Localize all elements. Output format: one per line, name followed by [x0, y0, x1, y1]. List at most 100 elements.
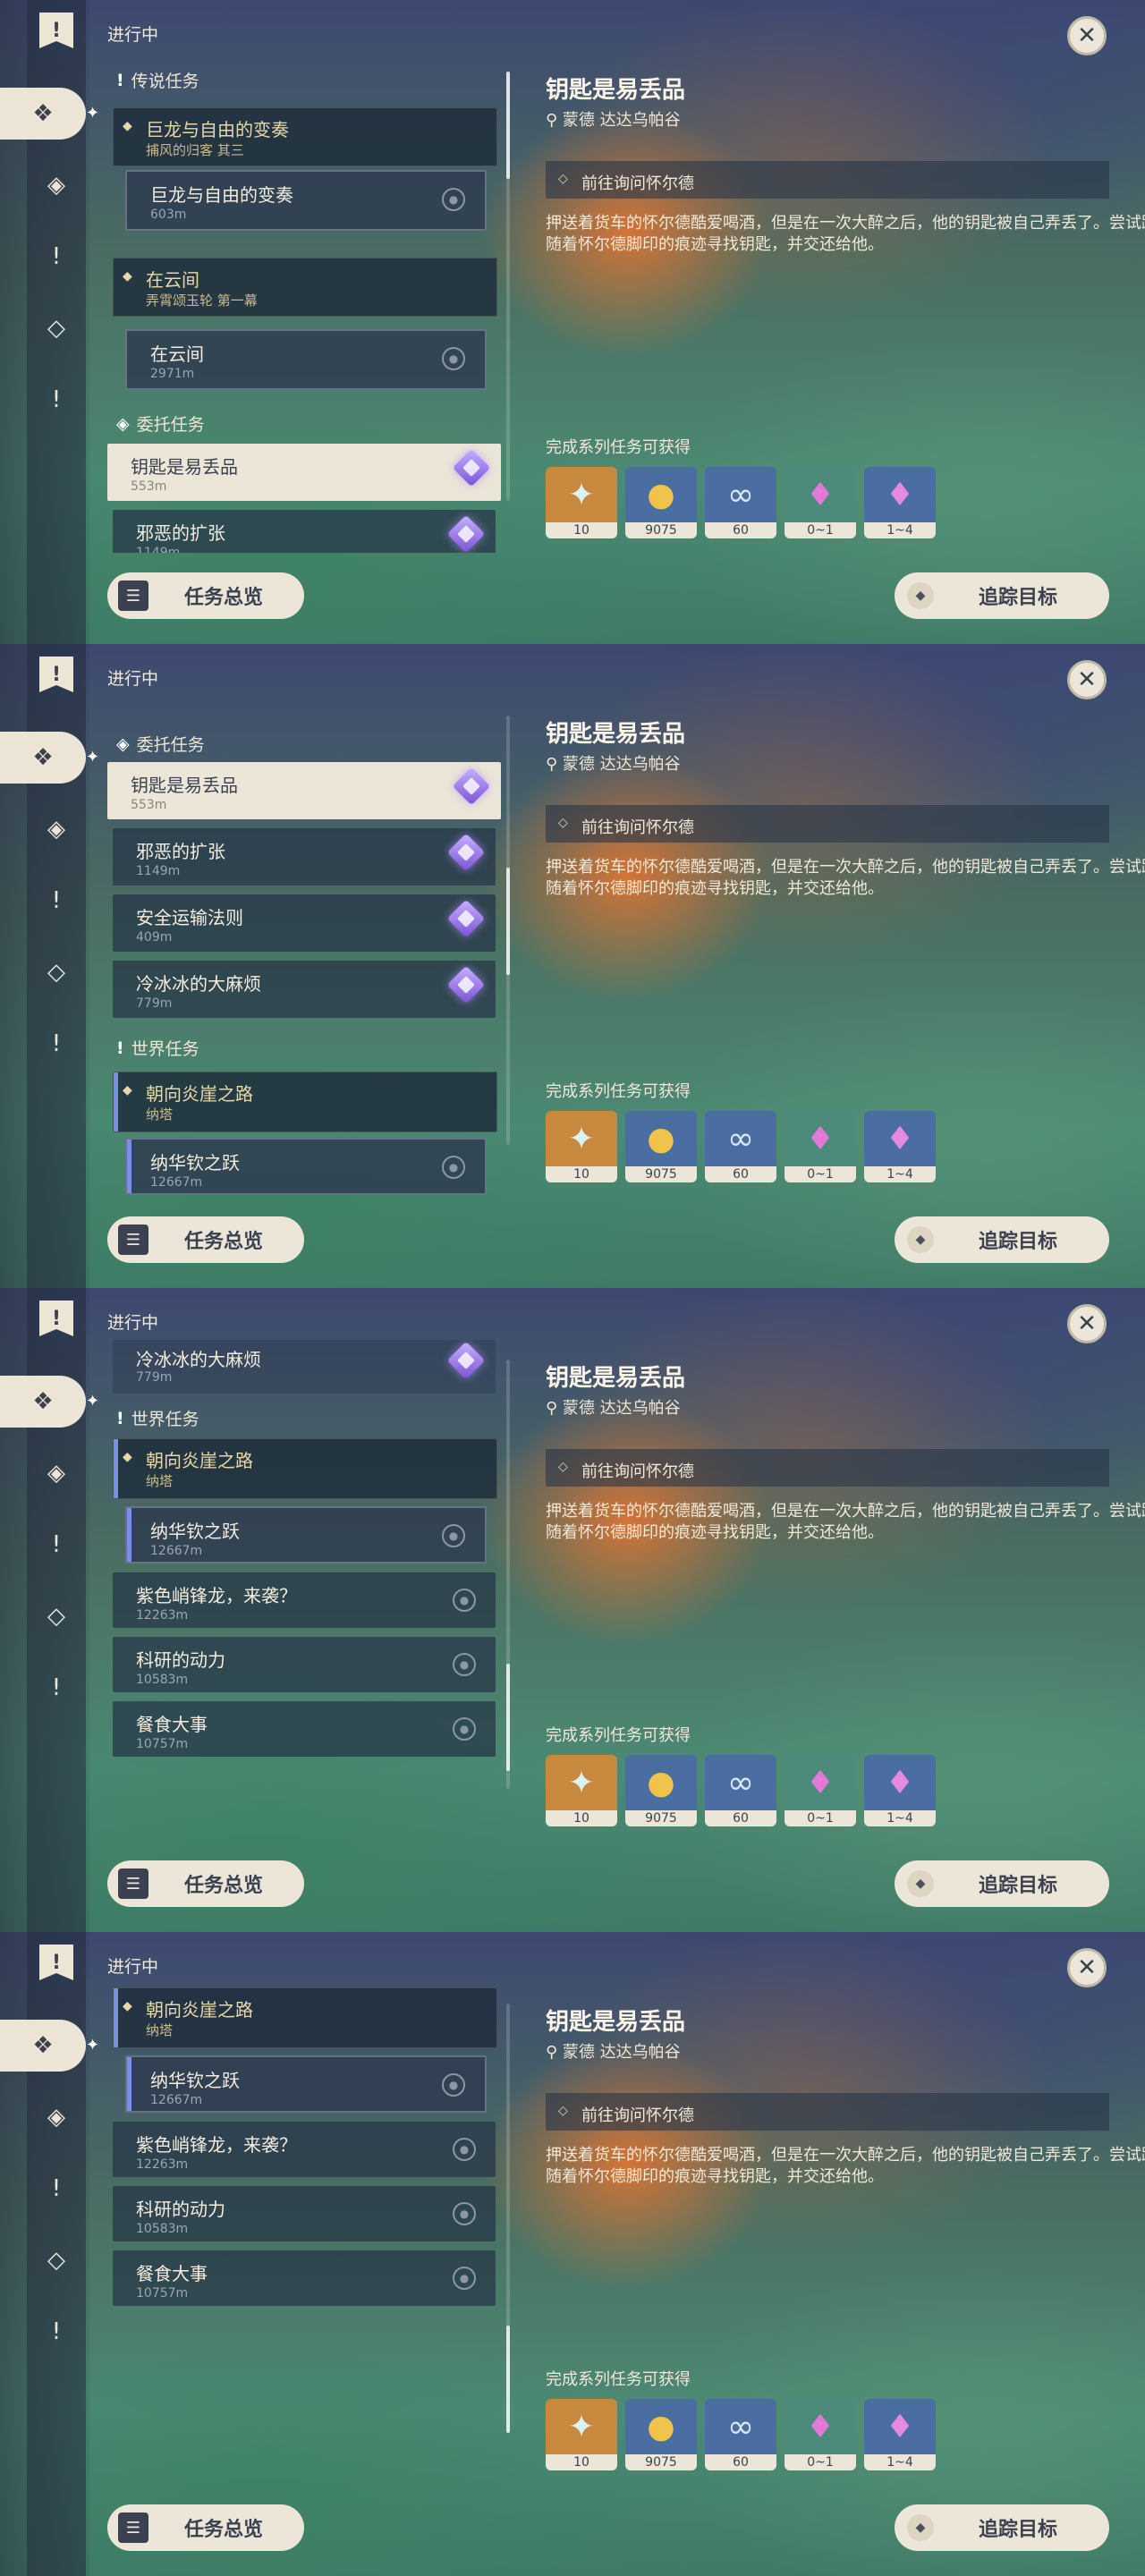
- reward-mora[interactable]: ● 9075: [625, 467, 697, 538]
- close-button[interactable]: ✕: [1067, 1948, 1107, 1987]
- reward-companionship-exp[interactable]: ∞ 60: [705, 1755, 776, 1826]
- location-pin-icon: ●: [453, 1589, 476, 1612]
- section-header: 进行中: [107, 1957, 159, 1977]
- reward-crystal-cluster[interactable]: ♦ 1~4: [864, 1755, 936, 1826]
- reward-crystal-chunk[interactable]: ♦ 0~1: [785, 1111, 856, 1182]
- close-button[interactable]: ✕: [1067, 1304, 1107, 1343]
- tab-commission-quests[interactable]: ◇: [36, 2240, 77, 2281]
- tab-story-quests[interactable]: !: [36, 1524, 77, 1565]
- quest-screen-frame-2: ! ❖ ✦ ◈ ! ◇ ! 进行中 ◈ 委托任务 钥匙是易丢品 553m 邪恶的扩…: [0, 644, 1145, 1288]
- quest-row-dragon[interactable]: ◆ 巨龙与自由的变奏 捕风的归客 其三: [113, 107, 497, 166]
- quest-list[interactable]: ! 传说任务 ◆ 巨龙与自由的变奏 捕风的归客 其三 巨龙与自由的变奏 603m …: [107, 52, 506, 553]
- scrollbar-thumb[interactable]: [506, 868, 510, 975]
- tab-all-quests[interactable]: ❖: [0, 88, 86, 140]
- quest-list[interactable]: ◆ 朝向炎崖之路 纳塔 纳华钦之跃 12667m ● 紫色峭锋龙，来袭？ 122…: [107, 1984, 506, 2485]
- quest-list[interactable]: ◈ 委托任务 钥匙是易丢品 553m 邪恶的扩张 1149m 安全运输法则 409…: [107, 696, 506, 1197]
- quest-row-purple[interactable]: 紫色峭锋龙，来袭？ 12263m ●: [113, 1572, 496, 1628]
- quest-row-ice[interactable]: 冷冰冰的大麻烦 779m: [113, 961, 496, 1018]
- reward-companionship-exp[interactable]: ∞ 60: [705, 1111, 776, 1182]
- quest-step-cloud[interactable]: 在云间 2971m ●: [125, 329, 487, 390]
- list-icon: ☰: [118, 580, 148, 611]
- reward-companionship-exp[interactable]: ∞ 60: [705, 467, 776, 538]
- tab-archon-quests[interactable]: ◈: [36, 165, 77, 206]
- reward-crystal-cluster[interactable]: ♦ 1~4: [864, 2399, 936, 2470]
- tab-commission-quests[interactable]: ◇: [36, 308, 77, 349]
- section-header: 进行中: [107, 669, 159, 689]
- reward-crystal-cluster[interactable]: ♦ 1~4: [864, 467, 936, 538]
- quest-row-research[interactable]: 科研的动力 10583m ●: [113, 2186, 496, 2241]
- tab-commission-quests[interactable]: ◇: [36, 1596, 77, 1637]
- exclamation-icon: !: [116, 1408, 124, 1428]
- rewards-list: ✦ 10 ● 9075 ∞ 60 ♦ 0~1 ♦ 1~4: [546, 1111, 936, 1182]
- reward-crystal-chunk[interactable]: ♦ 0~1: [785, 2399, 856, 2470]
- quest-step-dragon[interactable]: 巨龙与自由的变奏 603m ●: [125, 170, 487, 231]
- quest-row-cliff[interactable]: ◆ 朝向炎崖之路 纳塔: [113, 1987, 497, 2048]
- reward-crystal-chunk[interactable]: ♦ 0~1: [785, 1755, 856, 1826]
- quest-overview-button[interactable]: ☰ 任务总览: [107, 572, 304, 619]
- tab-archon-quests[interactable]: ◈: [36, 1453, 77, 1494]
- quest-step-cliff[interactable]: 纳华钦之跃 12667m ●: [125, 1506, 487, 1563]
- reward-adventure-exp[interactable]: ✦ 10: [546, 1111, 617, 1182]
- track-target-button[interactable]: ◆ 追踪目标: [895, 1216, 1109, 1263]
- tab-story-quests[interactable]: !: [36, 2168, 77, 2209]
- reward-crystal-cluster[interactable]: ♦ 1~4: [864, 1111, 936, 1182]
- close-button[interactable]: ✕: [1067, 660, 1107, 699]
- reward-mora[interactable]: ● 9075: [625, 1111, 697, 1182]
- quest-row-cloud[interactable]: ◆ 在云间 弄霄颂玉轮 第一幕: [113, 258, 497, 317]
- reward-companionship-exp[interactable]: ∞ 60: [705, 2399, 776, 2470]
- reward-mora[interactable]: ● 9075: [625, 2399, 697, 2470]
- reward-adventure-exp[interactable]: ✦ 10: [546, 2399, 617, 2470]
- scrollbar-thumb[interactable]: [506, 72, 510, 179]
- location-pin-icon: ●: [442, 1524, 465, 1547]
- quest-row-key[interactable]: 钥匙是易丢品 553m: [107, 444, 501, 501]
- tab-all-quests[interactable]: ❖: [0, 2020, 86, 2072]
- quest-overview-button[interactable]: ☰ 任务总览: [107, 1860, 304, 1907]
- quest-description: 押送着货车的怀尔德酷爱喝酒，但是在一次大醉之后，他的钥匙被自己弄丢了。尝试跟随着…: [546, 858, 1145, 898]
- quest-row-ice[interactable]: 冷冰冰的大麻烦 779m: [113, 1340, 496, 1394]
- quest-row-purple[interactable]: 紫色峭锋龙，来袭？ 12263m ●: [113, 2122, 496, 2177]
- track-target-button[interactable]: ◆ 追踪目标: [895, 2504, 1109, 2551]
- quest-step-cliff[interactable]: 纳华钦之跃 12667m ●: [125, 2055, 487, 2113]
- tab-story-quests[interactable]: !: [36, 880, 77, 921]
- reward-adventure-exp[interactable]: ✦ 10: [546, 1755, 617, 1826]
- location-pin-icon: ⚲: [546, 2043, 563, 2062]
- reward-adventure-exp[interactable]: ✦ 10: [546, 467, 617, 538]
- tab-world-quests[interactable]: !: [36, 1023, 77, 1064]
- reward-mora[interactable]: ● 9075: [625, 1755, 697, 1826]
- quest-overview-button[interactable]: ☰ 任务总览: [107, 2504, 304, 2551]
- quest-row-key[interactable]: 钥匙是易丢品 553m: [107, 762, 501, 819]
- quest-row-cliff[interactable]: ◆ 朝向炎崖之路 纳塔: [113, 1438, 497, 1499]
- tab-archon-quests[interactable]: ◈: [36, 809, 77, 850]
- mora-icon: ●: [647, 476, 675, 513]
- track-target-button[interactable]: ◆ 追踪目标: [895, 572, 1109, 619]
- tab-commission-quests[interactable]: ◇: [36, 952, 77, 993]
- tab-archon-quests[interactable]: ◈: [36, 2097, 77, 2138]
- quest-list[interactable]: 冷冰冰的大麻烦 779m ! 世界任务 ◆ 朝向炎崖之路 纳塔 纳华钦之跃 126…: [107, 1340, 506, 1841]
- location-pin-icon: ⚲: [546, 755, 563, 774]
- track-icon: ◆: [907, 582, 934, 609]
- scrollbar-thumb[interactable]: [506, 2326, 510, 2433]
- track-target-button[interactable]: ◆ 追踪目标: [895, 1860, 1109, 1907]
- quest-row-evil[interactable]: 邪恶的扩张 1149m: [113, 510, 496, 553]
- quest-row-food[interactable]: 餐食大事 10757m ●: [113, 1701, 496, 1757]
- quest-screen-frame-4: ! ❖ ✦ ◈ ! ◇ ! 进行中 ◆ 朝向炎崖之路 纳塔 纳华钦之跃 1266…: [0, 1932, 1145, 2576]
- scrollbar-thumb[interactable]: [506, 1664, 510, 1771]
- quest-row-safe[interactable]: 安全运输法则 409m: [113, 894, 496, 952]
- reward-crystal-chunk[interactable]: ♦ 0~1: [785, 467, 856, 538]
- quest-row-evil[interactable]: 邪恶的扩张 1149m: [113, 828, 496, 886]
- tab-story-quests[interactable]: !: [36, 236, 77, 277]
- exclamation-icon: !: [116, 70, 124, 90]
- close-button[interactable]: ✕: [1067, 16, 1107, 55]
- all-quests-icon: ❖: [32, 2032, 54, 2059]
- tab-world-quests[interactable]: !: [36, 1667, 77, 1708]
- location-pin-icon: ⚲: [546, 111, 563, 130]
- quest-row-cliff[interactable]: ◆ 朝向炎崖之路 纳塔: [113, 1072, 497, 1132]
- tab-all-quests[interactable]: ❖: [0, 1376, 86, 1428]
- tab-world-quests[interactable]: !: [36, 2311, 77, 2352]
- quest-row-research[interactable]: 科研的动力 10583m ●: [113, 1637, 496, 1692]
- quest-overview-button[interactable]: ☰ 任务总览: [107, 1216, 304, 1263]
- quest-step-cliff[interactable]: 纳华钦之跃 12667m ●: [125, 1138, 487, 1195]
- quest-row-food[interactable]: 餐食大事 10757m ●: [113, 2250, 496, 2306]
- tab-world-quests[interactable]: !: [36, 379, 77, 420]
- tab-all-quests[interactable]: ❖: [0, 732, 86, 784]
